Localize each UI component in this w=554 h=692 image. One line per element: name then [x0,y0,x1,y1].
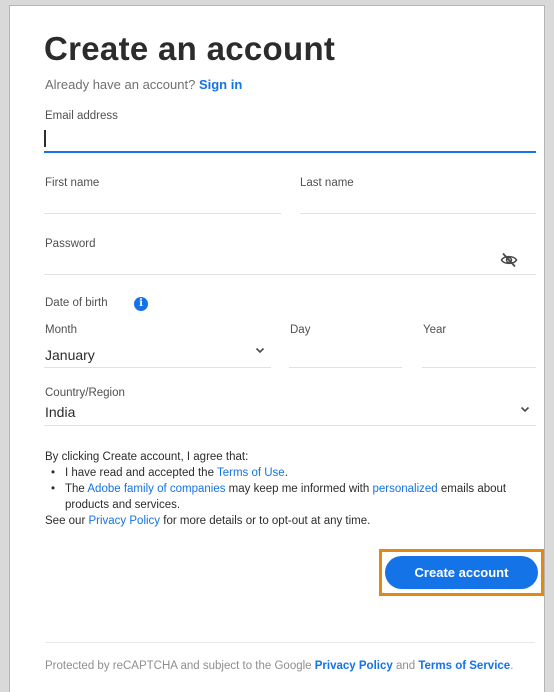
first-name-field[interactable] [45,192,281,212]
footer-divider [45,642,535,643]
terms-item-2-text: The [65,483,88,495]
personalized-link[interactable]: personalized [372,483,437,495]
year-field[interactable] [423,344,536,364]
create-account-button[interactable]: Create account [385,556,538,589]
country-underline [44,425,536,426]
month-select[interactable]: January [45,347,95,363]
signin-prompt-text: Already have an account? [45,77,196,92]
dob-label: Date of birth [45,297,108,309]
day-label: Day [290,324,311,336]
terms-of-use-link[interactable]: Terms of Use [217,467,285,479]
password-underline [44,274,536,275]
terms-item-1-text: I have read and accepted the [65,467,217,479]
last-name-label: Last name [300,177,354,189]
terms-item-2: The Adobe family of companies may keep m… [45,481,535,513]
year-underline [422,367,536,368]
day-underline [289,367,402,368]
email-label: Email address [45,110,118,122]
info-icon[interactable]: i [134,297,148,311]
page-title: Create an account [44,30,336,67]
terms-item-1: I have read and accepted the Terms of Us… [45,465,535,481]
terms-intro: By clicking Create account, I agree that… [45,451,249,463]
month-underline [44,367,271,368]
last-name-underline [300,213,536,214]
first-name-label: First name [45,177,100,189]
privacy-line: See our Privacy Policy for more details … [45,513,535,529]
chevron-down-icon[interactable] [255,345,265,355]
day-field[interactable] [290,344,402,364]
country-label: Country/Region [45,387,125,399]
terms-item-2-mid: may keep me informed with [225,483,373,495]
password-field[interactable] [45,253,485,273]
recaptcha-notice: Protected by reCAPTCHA and subject to th… [45,658,535,675]
terms-block: By clicking Create account, I agree that… [45,449,535,529]
recaptcha-and: and [392,660,419,672]
privacy-policy-link[interactable]: Privacy Policy [88,515,160,527]
last-name-field[interactable] [300,192,536,212]
first-name-underline [44,213,281,214]
signup-panel: Create an account Already have an accoun… [9,5,545,692]
eye-off-icon[interactable] [500,252,518,268]
text-cursor [44,130,46,147]
adobe-family-link[interactable]: Adobe family of companies [87,483,225,495]
google-terms-link[interactable]: Terms of Service [418,660,510,672]
signin-prompt: Already have an account? Sign in [45,77,242,92]
chevron-down-icon[interactable] [520,404,530,414]
terms-item-1-end: . [284,467,288,479]
signin-link[interactable]: Sign in [199,77,242,92]
recaptcha-text: Protected by reCAPTCHA and subject to th… [45,660,315,672]
month-label: Month [45,324,77,336]
email-field-underline [44,151,536,153]
privacy-line-text: See our [45,515,89,527]
terms-list: I have read and accepted the Terms of Us… [45,465,535,513]
country-select[interactable]: India [45,404,75,420]
google-privacy-link[interactable]: Privacy Policy [315,660,393,672]
recaptcha-end: . [510,660,514,672]
privacy-line-end: for more details or to opt-out at any ti… [160,515,371,527]
year-label: Year [423,324,447,336]
password-label: Password [45,238,96,250]
